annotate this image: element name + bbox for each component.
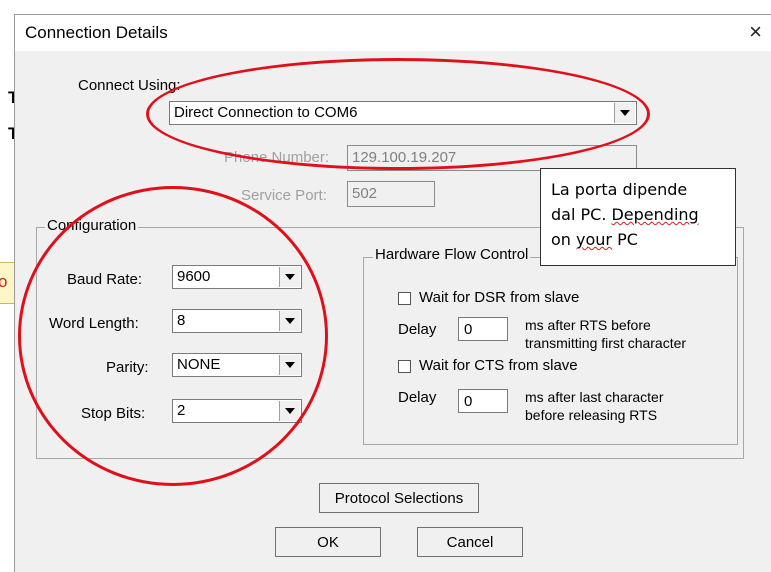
baud-rate-value: 9600 (177, 268, 211, 285)
phone-number-value: 129.100.19.207 (352, 149, 457, 166)
background-text-fragment: o (0, 272, 8, 291)
annotation-line: La porta dipende (551, 180, 688, 199)
cts-delay-label: Delay (398, 389, 437, 406)
hardware-flow-control-title: Hardware Flow Control (373, 246, 531, 263)
dsr-delay-value: 0 (464, 321, 473, 338)
connection-details-dialog: Connection Details × Connect Using: Dire… (14, 14, 771, 572)
cts-delay-description: ms after last character (525, 389, 664, 405)
dsr-checkbox[interactable] (398, 292, 411, 305)
parity-value: NONE (177, 356, 221, 373)
connect-using-value: Direct Connection to COM6 (174, 104, 358, 121)
dialog-title: Connection Details (25, 23, 168, 42)
protocol-selections-button[interactable]: Protocol Selections (319, 483, 479, 513)
baud-rate-label: Baud Rate: (67, 271, 143, 288)
configuration-group-title: Configuration (45, 217, 139, 234)
stop-bits-value: 2 (177, 402, 186, 419)
annotation-spellcheck-word: Depending (611, 205, 699, 224)
close-icon[interactable]: × (749, 19, 762, 45)
dsr-delay-input[interactable]: 0 (458, 317, 508, 341)
service-port-field[interactable]: 502 (347, 181, 435, 207)
annotation-spellcheck-word: your (576, 230, 612, 249)
phone-number-label: Phone Number: (224, 149, 330, 166)
annotation-line: dal PC. Depending (551, 205, 699, 224)
ok-button[interactable]: OK (275, 527, 381, 557)
chevron-down-icon[interactable] (279, 355, 300, 375)
word-length-dropdown[interactable]: 8 (172, 309, 302, 333)
title-bar: Connection Details × (15, 15, 771, 51)
dsr-delay-description: ms after RTS before (525, 317, 651, 333)
cts-delay-value: 0 (464, 393, 473, 410)
dsr-delay-description: transmitting first character (525, 335, 687, 351)
chevron-down-icon[interactable] (279, 267, 300, 287)
dsr-delay-label: Delay (398, 321, 437, 338)
dsr-checkbox-label: Wait for DSR from slave (419, 289, 580, 306)
word-length-label: Word Length: (49, 315, 139, 332)
baud-rate-dropdown[interactable]: 9600 (172, 265, 302, 289)
stop-bits-dropdown[interactable]: 2 (172, 399, 302, 423)
word-length-value: 8 (177, 312, 186, 329)
chevron-down-icon[interactable] (279, 311, 300, 331)
cts-delay-input[interactable]: 0 (458, 389, 508, 413)
cts-checkbox[interactable] (398, 360, 411, 373)
connect-using-label: Connect Using: (78, 77, 181, 94)
annotation-note: La porta dipende dal PC. Depending on yo… (540, 168, 736, 266)
chevron-down-icon[interactable] (614, 103, 635, 123)
cts-checkbox-label: Wait for CTS from slave (419, 357, 578, 374)
background-yellow-strip: o (0, 262, 15, 304)
connect-using-dropdown[interactable]: Direct Connection to COM6 (169, 101, 637, 125)
service-port-label: Service Port: (241, 187, 327, 204)
service-port-value: 502 (352, 185, 378, 202)
cancel-button[interactable]: Cancel (417, 527, 523, 557)
parity-dropdown[interactable]: NONE (172, 353, 302, 377)
annotation-line: on your PC (551, 230, 638, 249)
stop-bits-label: Stop Bits: (81, 405, 146, 422)
parity-label: Parity: (106, 359, 149, 376)
cts-delay-description: before releasing RTS (525, 407, 658, 423)
chevron-down-icon[interactable] (279, 401, 300, 421)
